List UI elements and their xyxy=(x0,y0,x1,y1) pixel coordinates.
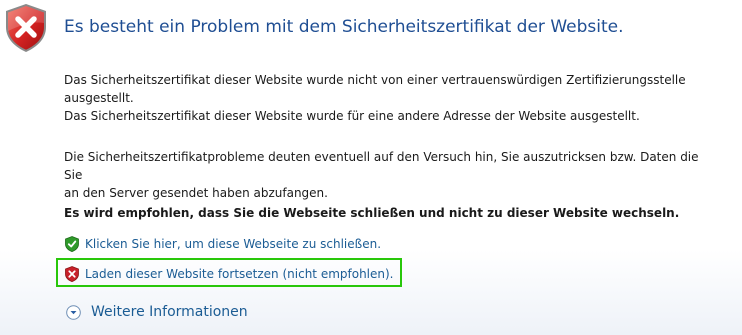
description-line: Das Sicherheitszertifikat dieser Website… xyxy=(64,109,640,123)
green-shield-check-icon xyxy=(65,236,79,252)
close-webpage-link[interactable]: Klicken Sie hier, um diese Webseite zu s… xyxy=(64,236,381,252)
continue-to-website-link[interactable]: Laden dieser Website fortsetzen (nicht e… xyxy=(64,266,394,282)
description-line: Das Sicherheitszertifikat dieser Website… xyxy=(64,73,686,87)
red-shield-x-icon xyxy=(6,4,46,52)
recommendation-text: Es wird empfohlen, dass Sie die Webseite… xyxy=(64,206,680,220)
risk-description: Die Sicherheitszertifikatprobleme deuten… xyxy=(64,148,704,202)
page-title: Es besteht ein Problem mit dem Sicherhei… xyxy=(64,17,624,37)
close-webpage-label[interactable]: Klicken Sie hier, um diese Webseite zu s… xyxy=(85,237,381,251)
description-line: Die Sicherheitszertifikatprobleme deuten… xyxy=(64,150,699,182)
more-information-label[interactable]: Weitere Informationen xyxy=(91,304,248,320)
chevron-down-circle-icon xyxy=(66,304,81,320)
red-shield-x-icon xyxy=(65,266,79,282)
continue-to-website-label[interactable]: Laden dieser Website fortsetzen (nicht e… xyxy=(85,267,394,281)
more-information-toggle[interactable]: Weitere Informationen xyxy=(66,304,248,320)
description-line: ausgestellt. xyxy=(64,91,134,105)
description-line: an den Server gesendet haben abzufangen. xyxy=(64,186,328,200)
certificate-problem-description: Das Sicherheitszertifikat dieser Website… xyxy=(64,71,704,125)
